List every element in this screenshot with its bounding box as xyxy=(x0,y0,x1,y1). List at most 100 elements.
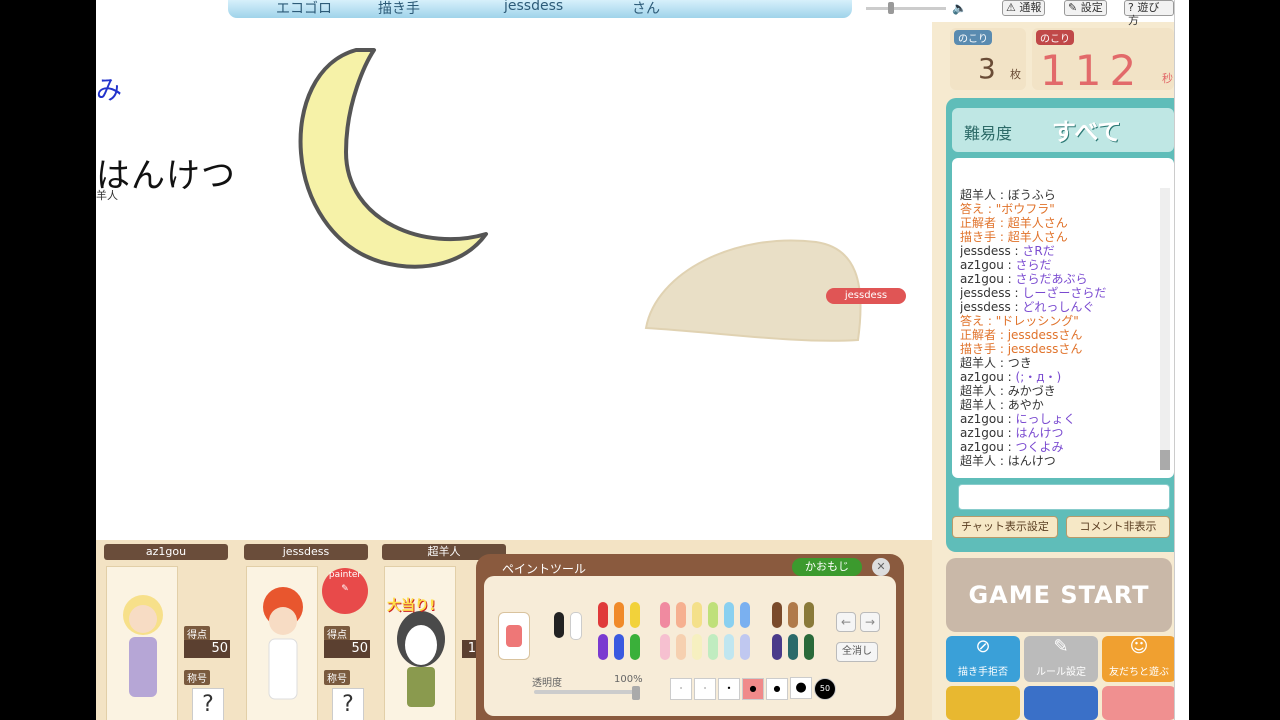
pale-orange-pen[interactable] xyxy=(676,634,686,660)
tan-pen[interactable] xyxy=(788,602,798,628)
chat-scrollbar[interactable] xyxy=(1160,188,1170,470)
brush-size-6[interactable]: ● xyxy=(790,677,812,699)
turn-banner: エコゴロ 描き手 jessdess さん xyxy=(228,0,852,18)
darkgreen-pen[interactable] xyxy=(804,634,814,660)
chat-sender: 超羊人 xyxy=(960,454,997,468)
settings-button[interactable]: ✎ 設定 xyxy=(1064,0,1107,16)
brown-pen[interactable] xyxy=(772,602,782,628)
undo-icon[interactable]: ← xyxy=(836,612,856,632)
help-button[interactable]: ? 遊び方 xyxy=(1124,0,1174,27)
yellow-pen[interactable] xyxy=(630,602,640,628)
close-icon[interactable]: ✕ xyxy=(872,558,890,576)
lightblue-pen[interactable] xyxy=(740,602,750,628)
remaining-time: のこり 112 秒 xyxy=(1032,28,1174,95)
remaining-label: のこり xyxy=(954,30,992,45)
chat-message: az1gou : はんけつ xyxy=(960,426,1160,440)
chat-sender: 超羊人 xyxy=(960,384,997,398)
rule-settings-button[interactable]: ✎ ルール設定 xyxy=(1024,636,1098,682)
difficulty-label: 難易度 xyxy=(964,124,1013,143)
pale-blue-pen[interactable] xyxy=(740,634,750,660)
report-button[interactable]: ⚠ 通報 xyxy=(1002,0,1046,16)
green-pen[interactable] xyxy=(630,634,640,660)
difficulty: 難易度 すべて xyxy=(952,108,1174,152)
avatar-figure-icon xyxy=(123,595,163,697)
navy-pen[interactable] xyxy=(772,634,782,660)
blue-pen[interactable] xyxy=(614,634,624,660)
brush-size-2[interactable]: · xyxy=(694,678,716,700)
brush-size-5[interactable]: ● xyxy=(766,678,788,700)
redo-icon[interactable]: → xyxy=(860,612,880,632)
volume-knob[interactable] xyxy=(888,2,894,14)
game-start-button[interactable]: GAME START xyxy=(946,558,1172,632)
chat-message: 正解者 : jessdessさん xyxy=(960,328,1160,342)
chat-sender: jessdess xyxy=(960,300,1011,314)
player-card[interactable]: az1gou 得点 50 称号 ? xyxy=(100,544,230,720)
chat-separator: : xyxy=(1003,258,1016,272)
chat-separator: : xyxy=(996,454,1008,468)
white-pen[interactable] xyxy=(570,612,582,640)
pale-green-pen[interactable] xyxy=(708,634,718,660)
gallery-button[interactable] xyxy=(946,686,1020,720)
olive-pen[interactable] xyxy=(804,602,814,628)
pale-yellow-pen[interactable] xyxy=(692,634,702,660)
chat-separator: : xyxy=(984,202,996,216)
player-card[interactable]: jessdess painter ✎ 得点 50 称号 ? xyxy=(240,544,370,720)
player-name: jessdess xyxy=(244,544,368,560)
pale-pink-pen[interactable] xyxy=(660,634,670,660)
red-pen[interactable] xyxy=(598,602,608,628)
chat-text: つき xyxy=(1007,356,1032,370)
cream-pen[interactable] xyxy=(692,602,702,628)
peach-pen[interactable] xyxy=(676,602,686,628)
paint-tool-body: ← → 全消し 透明度 100% · · • ● ● ● 50 xyxy=(484,576,896,716)
chat-text: みかづき xyxy=(1007,384,1056,398)
chat-display-settings-button[interactable]: チャット表示設定 xyxy=(952,516,1058,538)
kaomoji-button[interactable]: かおもじ xyxy=(792,558,862,576)
opacity-slider[interactable] xyxy=(534,690,634,694)
clear-all-button[interactable]: 全消し xyxy=(836,642,878,662)
current-drawer: jessdess xyxy=(504,0,564,14)
chat-log[interactable]: 超羊人 : ぼうふら 答え : "ボウフラ" 正解者 : 超羊人さん 描き手 : 超羊… xyxy=(960,188,1160,470)
chat-separator: : xyxy=(996,398,1008,412)
hide-comments-button[interactable]: コメント非表示 xyxy=(1066,516,1170,538)
chat-separator: : xyxy=(996,342,1008,356)
pink-pen[interactable] xyxy=(660,602,670,628)
chat-message: az1gou : さらだあぶら xyxy=(960,272,1160,286)
score-value: 50 xyxy=(184,640,230,658)
volume-slider[interactable]: 🔈 xyxy=(866,1,967,15)
chat-message: 超羊人 : つき xyxy=(960,356,1160,370)
orange-pen[interactable] xyxy=(614,602,624,628)
drawing-canvas[interactable]: み はんけつ 羊人 jessdess xyxy=(96,22,932,540)
chat-sender: az1gou xyxy=(960,370,1004,384)
avatar xyxy=(106,566,178,720)
brush-size-3[interactable]: • xyxy=(718,678,740,700)
chat-message: 描き手 : 超羊人さん xyxy=(960,230,1160,244)
brush-size-max[interactable]: 50 xyxy=(814,678,836,700)
time-label: のこり xyxy=(1036,30,1074,45)
decline-drawer-button[interactable]: ⊘ 描き手拒否 xyxy=(946,636,1020,682)
black-pen[interactable] xyxy=(554,612,564,638)
scroll-thumb[interactable] xyxy=(1160,450,1170,470)
opacity-value: 100% xyxy=(614,674,643,685)
chat-sender: 正解者 xyxy=(960,216,997,230)
window-scrollbar[interactable] xyxy=(1174,0,1189,720)
chat-separator: : xyxy=(1003,440,1016,454)
extra-button[interactable] xyxy=(1102,686,1174,720)
camera-button[interactable] xyxy=(1024,686,1098,720)
purple-pen[interactable] xyxy=(598,634,608,660)
play-with-friends-button[interactable]: ☺ 友だちと遊ぶ xyxy=(1102,636,1174,682)
chat-separator: : xyxy=(996,328,1008,342)
time-unit: 秒 xyxy=(1162,72,1173,85)
chat-input[interactable] xyxy=(958,484,1170,510)
pale-cyan-pen[interactable] xyxy=(724,634,734,660)
speaker-icon[interactable]: 🔈 xyxy=(952,1,967,15)
brush-size-4-selected[interactable]: ● xyxy=(742,678,764,700)
eraser-tool[interactable] xyxy=(498,612,530,660)
opacity-knob[interactable] xyxy=(632,686,640,700)
sky-pen[interactable] xyxy=(724,602,734,628)
brush-size-1[interactable]: · xyxy=(670,678,692,700)
lime-pen[interactable] xyxy=(708,602,718,628)
chat-message: jessdess : さRだ xyxy=(960,244,1160,258)
remaining-cards: のこり 3 枚 xyxy=(950,28,1026,90)
teal-pen[interactable] xyxy=(788,634,798,660)
chat-sender: 答え xyxy=(960,202,985,216)
